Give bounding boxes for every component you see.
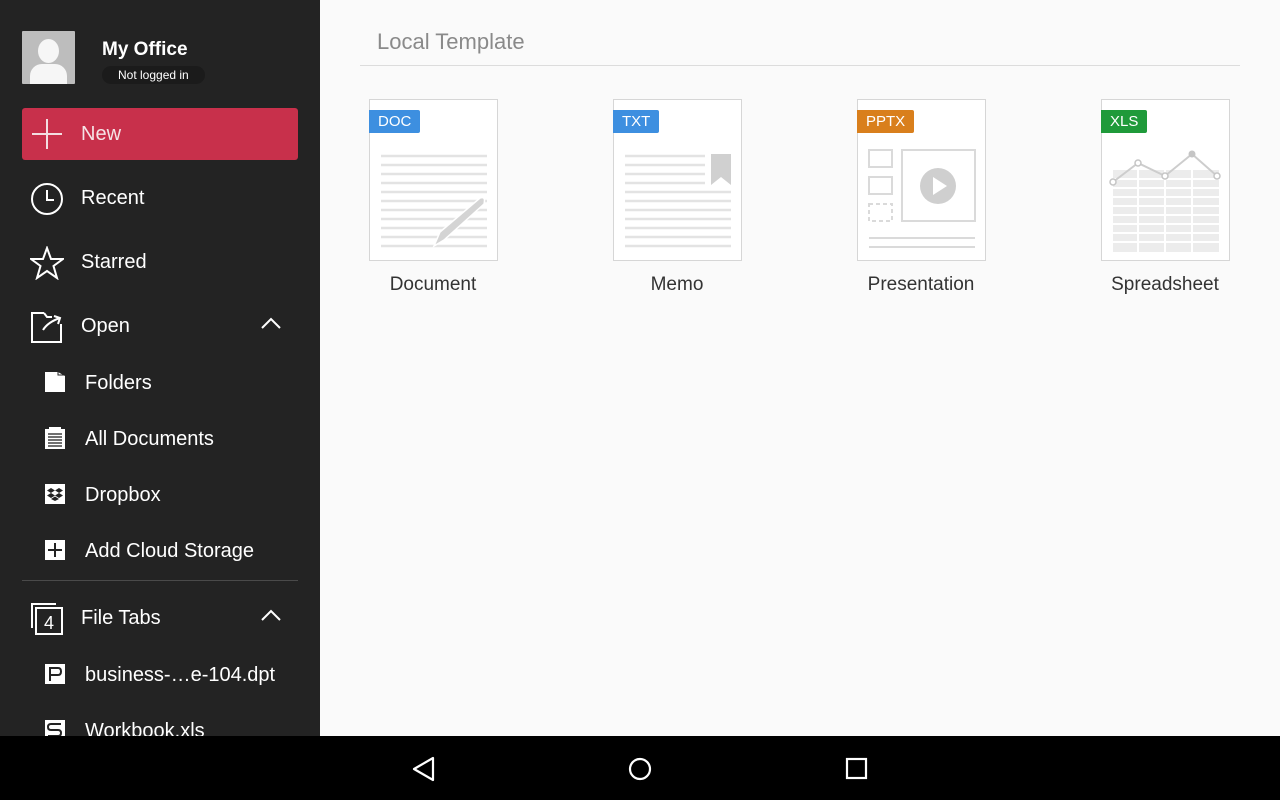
- home-icon[interactable]: [623, 752, 657, 786]
- new-button-label: New: [81, 123, 122, 145]
- sidebar-item-all-documents[interactable]: All Documents: [0, 411, 320, 467]
- template-document[interactable]: DOC Document: [369, 99, 539, 309]
- plus-icon: [32, 119, 62, 149]
- section-title: Local Template: [377, 29, 525, 54]
- file-tabs-count: 4: [44, 613, 54, 633]
- sidebar-item-file-tabs[interactable]: 4 File Tabs: [0, 590, 320, 646]
- sheet-file-icon: [45, 720, 65, 736]
- system-navigation-bar: [0, 736, 1280, 800]
- template-thumbnail: XLS: [1101, 99, 1230, 261]
- sidebar-item-add-cloud-storage[interactable]: Add Cloud Storage: [0, 523, 320, 579]
- template-name: Spreadsheet: [1111, 274, 1219, 295]
- sidebar-item-label: Open: [81, 315, 130, 337]
- template-spreadsheet[interactable]: XLS Spreadsheet: [1101, 99, 1271, 309]
- sidebar-item-label: Add Cloud Storage: [85, 540, 255, 562]
- profile-name: My Office: [102, 39, 188, 60]
- folder-icon: [45, 372, 65, 392]
- file-type-badge: DOC: [369, 110, 421, 133]
- clock-icon: [31, 183, 63, 215]
- user-profile[interactable]: My Office Not logged in: [22, 31, 302, 85]
- avatar-body-shape: [30, 64, 67, 84]
- file-type-badge: PPTX: [857, 110, 915, 133]
- file-type-badge: XLS: [1101, 110, 1148, 133]
- file-tabs-icon: 4: [31, 603, 63, 635]
- avatar-head-shape: [38, 39, 59, 63]
- template-presentation[interactable]: PPTX Presentation: [857, 99, 1027, 309]
- dropbox-icon: [45, 484, 65, 504]
- sidebar-item-open[interactable]: Open: [0, 298, 320, 354]
- template-thumbnail: DOC: [369, 99, 498, 261]
- template-memo[interactable]: TXT Memo: [613, 99, 783, 309]
- add-cloud-icon: [45, 540, 65, 560]
- back-icon[interactable]: [408, 752, 442, 786]
- star-icon: [30, 246, 64, 280]
- sidebar-item-dropbox[interactable]: Dropbox: [0, 467, 320, 523]
- new-button[interactable]: New: [22, 108, 298, 160]
- login-status[interactable]: Not logged in: [102, 66, 205, 84]
- documents-icon: [45, 427, 65, 449]
- sidebar-item-label: All Documents: [85, 428, 214, 450]
- template-name: Presentation: [867, 274, 975, 295]
- open-folder-icon: [31, 312, 62, 343]
- sidebar-item-label: File Tabs: [81, 607, 161, 629]
- sidebar-divider: [22, 580, 298, 581]
- sidebar-item-recent[interactable]: Recent: [0, 170, 320, 226]
- sidebar-item-label: Dropbox: [85, 484, 161, 506]
- sidebar-item-starred[interactable]: Starred: [0, 234, 320, 290]
- chevron-up-icon[interactable]: [260, 608, 282, 622]
- app-root: My Office Not logged in New Recent Starr…: [0, 0, 1280, 800]
- template-name: Document: [389, 274, 477, 295]
- template-thumbnail: TXT: [613, 99, 742, 261]
- file-tab-label: Workbook.xls: [85, 720, 205, 736]
- template-panel: Local Template DOC Document TXT Memo PPT…: [320, 0, 1280, 736]
- navigation-drawer: My Office Not logged in New Recent Starr…: [0, 0, 320, 736]
- file-tab-label: business-…e-104.dpt: [85, 664, 276, 686]
- template-name: Memo: [650, 274, 704, 295]
- chevron-up-icon[interactable]: [260, 316, 282, 330]
- presentation-file-icon: [45, 664, 65, 684]
- sidebar-item-label: Folders: [85, 372, 152, 394]
- sidebar-item-label: Starred: [81, 251, 147, 273]
- sidebar-item-label: Recent: [81, 187, 145, 209]
- template-thumbnail: PPTX: [857, 99, 986, 261]
- sidebar-item-folders[interactable]: Folders: [0, 355, 320, 411]
- section-divider: [360, 65, 1240, 66]
- file-tab-item[interactable]: business-…e-104.dpt: [0, 647, 320, 703]
- recents-icon[interactable]: [839, 752, 873, 786]
- file-tab-item[interactable]: Workbook.xls: [0, 703, 320, 736]
- file-type-badge: TXT: [613, 110, 660, 133]
- avatar[interactable]: [22, 31, 75, 84]
